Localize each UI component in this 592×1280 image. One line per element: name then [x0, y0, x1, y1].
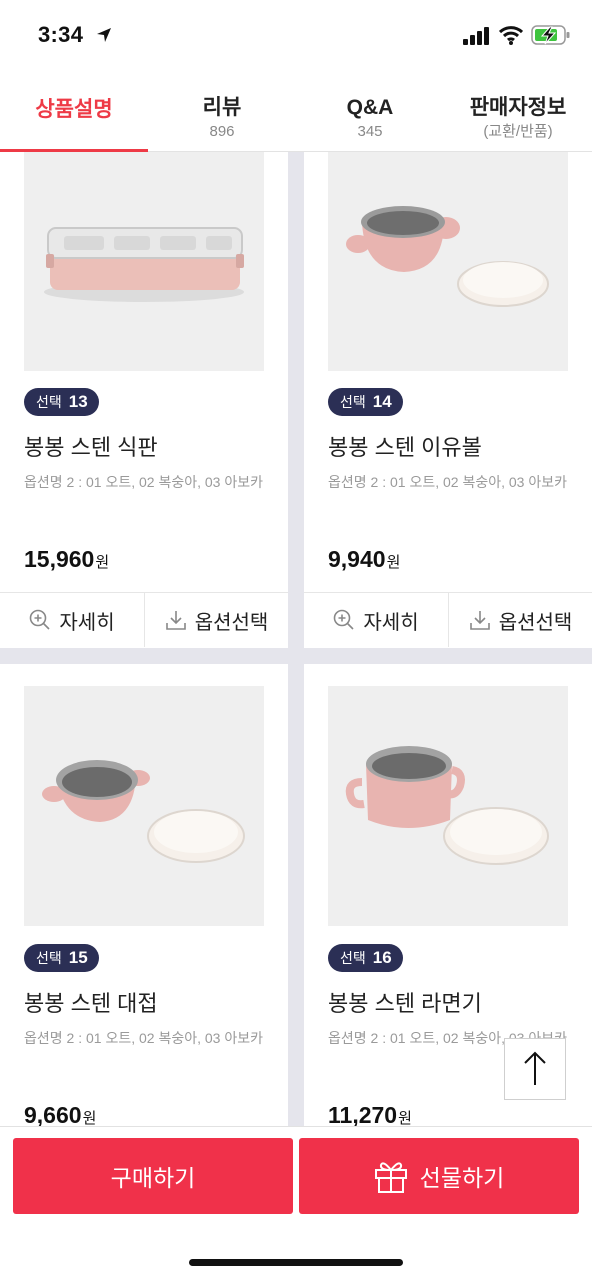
- zoom-in-icon: [30, 609, 50, 630]
- gift-icon: [374, 1162, 407, 1193]
- price-value: 9,940: [328, 546, 386, 572]
- option-badge: 선택 15: [24, 944, 99, 972]
- product-name[interactable]: 봉봉 스텐 대접: [24, 986, 158, 1018]
- scroll-to-top-button[interactable]: [504, 1038, 566, 1100]
- option-select-button[interactable]: 옵션선택: [144, 593, 288, 647]
- currency: 원: [386, 554, 401, 571]
- tab-sublabel: (교환/반품): [483, 123, 553, 140]
- price-value: 11,270: [328, 1102, 398, 1126]
- arrow-up-icon: [524, 1051, 546, 1085]
- tab-reviews[interactable]: 리뷰 896: [148, 78, 296, 151]
- badge-label: 선택: [36, 394, 62, 410]
- tab-seller-info[interactable]: 판매자정보 (교환/반품): [444, 78, 592, 151]
- product-image[interactable]: [328, 152, 568, 371]
- card-actions: 자세히 옵션선택: [304, 592, 592, 647]
- tab-label: 리뷰: [202, 96, 242, 119]
- download-icon: [165, 611, 186, 630]
- product-image[interactable]: [24, 152, 264, 371]
- option-select-button[interactable]: 옵션선택: [448, 593, 592, 647]
- product-option: 옵션명 2 : 01 오트, 02 복숭아, 03 아보카: [24, 474, 263, 490]
- product-option: 옵션명 2 : 01 오트, 02 복숭아, 03 아보카: [24, 1030, 263, 1046]
- product-card[interactable]: 선택 14 봉봉 스텐 이유볼 옵션명 2 : 01 오트, 02 복숭아, 0…: [304, 152, 592, 648]
- download-icon: [469, 611, 490, 630]
- option-select-label: 옵션선택: [498, 611, 573, 634]
- product-name[interactable]: 봉봉 스텐 식판: [24, 430, 158, 462]
- badge-label: 선택: [36, 950, 62, 966]
- detail-button[interactable]: 자세히: [304, 593, 448, 647]
- qna-count: 345: [357, 123, 383, 140]
- tab-label: Q&A: [346, 96, 394, 119]
- home-indicator: [189, 1259, 403, 1266]
- detail-button[interactable]: 자세히: [0, 593, 144, 647]
- buy-button[interactable]: 구매하기: [13, 1138, 293, 1214]
- product-name[interactable]: 봉봉 스텐 라면기: [328, 986, 482, 1018]
- product-card[interactable]: 선택 13 봉봉 스텐 식판 옵션명 2 : 01 오트, 02 복숭아, 03…: [0, 152, 288, 648]
- badge-number: 14: [372, 392, 392, 411]
- tab-bar: 상품설명 리뷰 896 Q&A 345 판매자정보 (교환/반품): [0, 78, 592, 152]
- option-badge: 선택 16: [328, 944, 403, 972]
- product-price: 11,270원: [328, 1102, 412, 1126]
- price-value: 9,660: [24, 1102, 82, 1126]
- badge-number: 15: [68, 948, 88, 967]
- review-count: 896: [209, 123, 235, 140]
- status-bar: 3:34: [0, 0, 592, 78]
- product-card[interactable]: 선택 15 봉봉 스텐 대접 옵션명 2 : 01 오트, 02 복숭아, 03…: [0, 664, 288, 1126]
- detail-label: 자세히: [363, 611, 419, 634]
- cellular-signal-icon: [463, 27, 489, 45]
- badge-number: 13: [68, 392, 88, 411]
- tab-label: 판매자정보: [469, 96, 567, 119]
- tab-qna[interactable]: Q&A 345: [296, 78, 444, 151]
- product-option: 옵션명 2 : 01 오트, 02 복숭아, 03 아보카: [328, 474, 567, 490]
- badge-label: 선택: [340, 394, 366, 410]
- buy-label: 구매하기: [110, 1165, 196, 1191]
- ramen-bowl-image: [328, 686, 568, 926]
- option-select-label: 옵션선택: [194, 611, 269, 634]
- bottom-action-bar: 구매하기 선물하기: [0, 1126, 592, 1280]
- price-value: 15,960: [24, 546, 95, 572]
- gift-label: 선물하기: [419, 1165, 505, 1191]
- gift-button[interactable]: 선물하기: [299, 1138, 579, 1214]
- location-arrow-icon: [97, 28, 111, 42]
- option-badge: 선택 13: [24, 388, 99, 416]
- battery-charging-icon: [531, 25, 570, 45]
- lunch-tray-image: [24, 152, 264, 371]
- product-price: 9,940원: [328, 546, 400, 573]
- currency: 원: [95, 554, 110, 571]
- card-actions: 자세히 옵션선택: [0, 592, 288, 647]
- product-image[interactable]: [328, 686, 568, 926]
- product-price: 15,960원: [24, 546, 109, 573]
- currency: 원: [82, 1110, 97, 1126]
- status-time: 3:34: [38, 22, 84, 47]
- currency: 원: [398, 1110, 412, 1126]
- tab-label: 상품설명: [35, 98, 113, 121]
- product-grid: 선택 13 봉봉 스텐 식판 옵션명 2 : 01 오트, 02 복숭아, 03…: [0, 152, 592, 1126]
- detail-label: 자세히: [59, 611, 115, 634]
- badge-label: 선택: [340, 950, 366, 966]
- baby-bowl-image: [328, 152, 568, 371]
- option-badge: 선택 14: [328, 388, 403, 416]
- product-image[interactable]: [24, 686, 264, 926]
- badge-number: 16: [372, 948, 392, 967]
- product-name[interactable]: 봉봉 스텐 이유볼: [328, 430, 482, 462]
- bowl-image: [24, 686, 264, 926]
- tab-product-description[interactable]: 상품설명: [0, 78, 148, 152]
- wifi-icon: [499, 26, 523, 45]
- zoom-in-icon: [334, 609, 354, 630]
- product-price: 9,660원: [24, 1102, 96, 1126]
